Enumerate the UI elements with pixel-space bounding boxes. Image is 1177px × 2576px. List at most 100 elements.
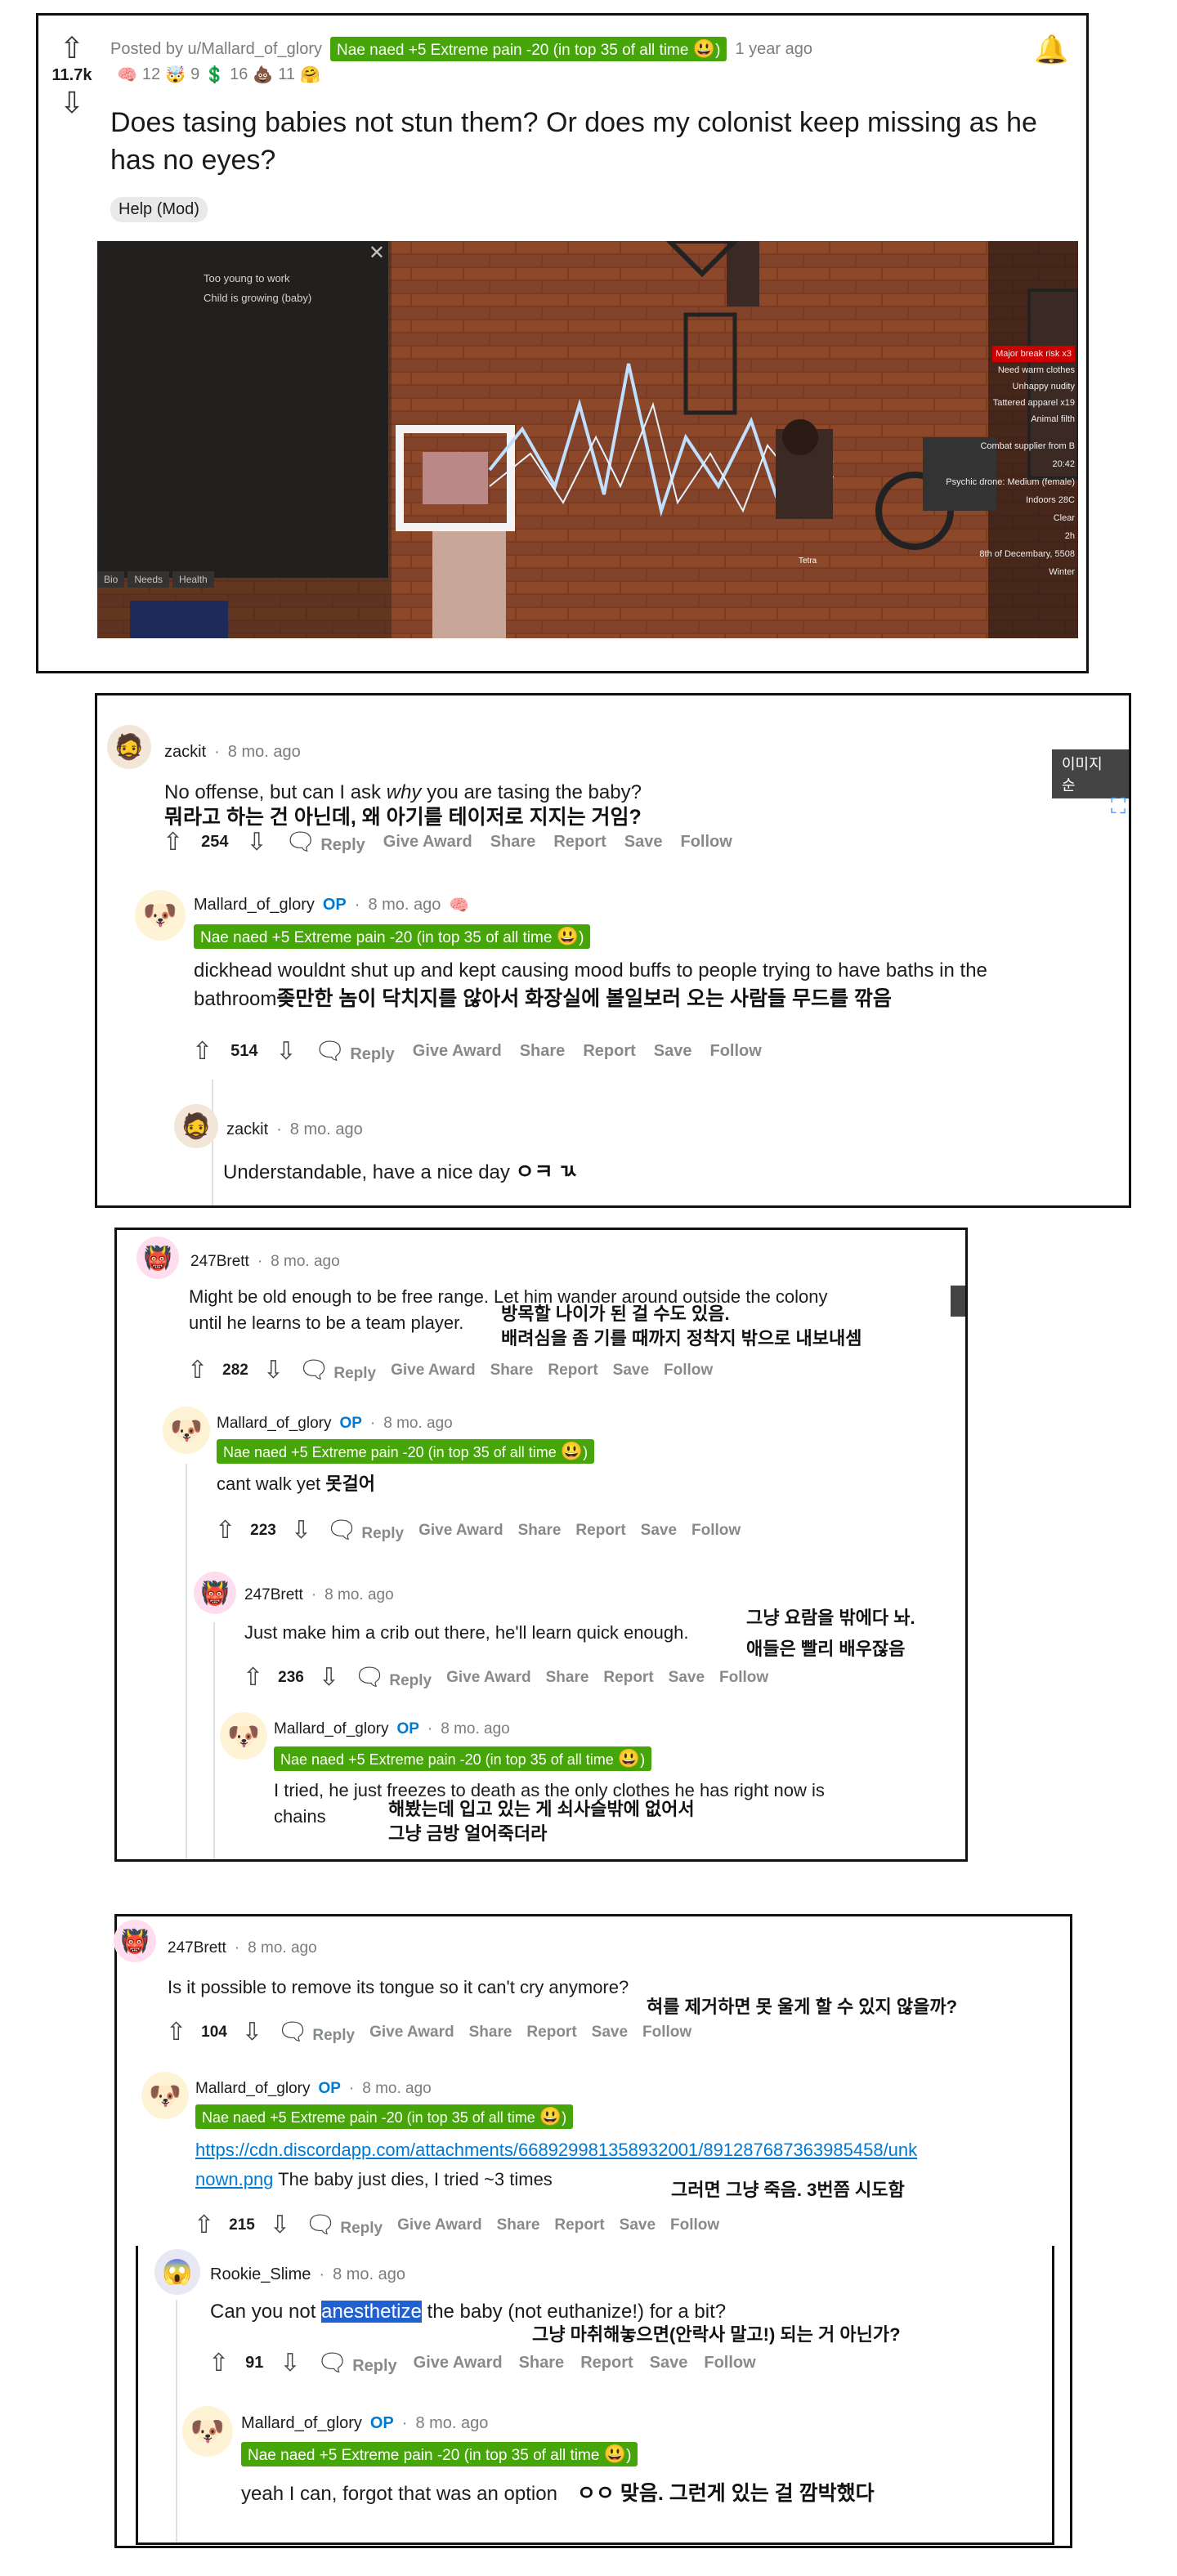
comment-time[interactable]: 8 mo. ago	[415, 2414, 488, 2433]
reply-button[interactable]: 🗨 Reply	[285, 828, 365, 856]
save-button[interactable]: Save	[592, 2024, 628, 2042]
downvote-arrow-icon[interactable]: ⇩	[270, 2211, 290, 2239]
downvote-arrow-icon[interactable]: ⇩	[280, 2349, 300, 2377]
upvote-arrow-icon[interactable]: ⇧	[192, 1037, 213, 1066]
share-button[interactable]: Share	[497, 2216, 540, 2234]
share-button[interactable]: Share	[520, 1042, 566, 1061]
post-image[interactable]: ✕ Too young to work Child is growing (ba…	[97, 241, 1078, 638]
comment-time[interactable]: 8 mo. ago	[324, 1586, 394, 1604]
upvote-arrow-icon[interactable]: ⇧	[194, 2211, 214, 2239]
give-award-button[interactable]: Give Award	[446, 1669, 531, 1687]
give-award-button[interactable]: Give Award	[369, 2024, 454, 2042]
report-button[interactable]: Report	[583, 1042, 635, 1061]
follow-button[interactable]: Follow	[642, 2024, 691, 2042]
reply-button[interactable]: 🗨 Reply	[298, 1356, 376, 1384]
pawn-label[interactable]: Tetra	[799, 557, 817, 566]
upvote-arrow-icon[interactable]: ⇧	[60, 34, 84, 63]
post-title[interactable]: Does tasing babies not stun them? Or doe…	[110, 104, 1058, 179]
award-icon[interactable]: 🤯	[165, 65, 186, 85]
save-button[interactable]: Save	[620, 2216, 656, 2234]
scan-icon[interactable]: ⛶	[1111, 794, 1126, 820]
post-flair-tag[interactable]: Help (Mod)	[110, 197, 208, 222]
give-award-button[interactable]: Give Award	[413, 1042, 502, 1061]
comment-author[interactable]: Mallard_of_glory	[274, 1720, 388, 1738]
reply-button[interactable]: 🗨 Reply	[315, 1037, 395, 1066]
report-button[interactable]: Report	[526, 2024, 576, 2042]
attachment-link[interactable]: nown.png	[195, 2169, 273, 2189]
reply-button[interactable]: 🗨 Reply	[317, 2349, 397, 2377]
comment-author[interactable]: Rookie_Slime	[210, 2265, 311, 2284]
reply-button[interactable]: 🗨 Reply	[277, 2018, 355, 2046]
reply-button[interactable]: 🗨 Reply	[354, 1663, 432, 1692]
save-button[interactable]: Save	[641, 1522, 677, 1540]
comment-author[interactable]: 247Brett	[244, 1586, 303, 1604]
downvote-arrow-icon[interactable]: ⇩	[263, 1356, 284, 1384]
follow-button[interactable]: Follow	[691, 1522, 741, 1540]
avatar[interactable]: 🐶	[163, 1407, 210, 1454]
downvote-arrow-icon[interactable]: ⇩	[60, 88, 84, 118]
avatar[interactable]: 👹	[136, 1237, 179, 1279]
avatar[interactable]: 👹	[114, 1920, 156, 1962]
follow-button[interactable]: Follow	[709, 1042, 761, 1061]
award-icon[interactable]: 💲	[204, 65, 225, 85]
downvote-arrow-icon[interactable]: ⇩	[242, 2018, 262, 2046]
comment-author[interactable]: Mallard_of_glory	[241, 2414, 362, 2433]
selected-text[interactable]: anesthetize	[321, 2301, 422, 2323]
report-button[interactable]: Report	[553, 833, 606, 852]
share-button[interactable]: Share	[518, 1522, 562, 1540]
upvote-arrow-icon[interactable]: ⇧	[187, 1356, 208, 1384]
report-button[interactable]: Report	[603, 1669, 653, 1687]
thread-line[interactable]	[212, 1080, 213, 1205]
comment-author[interactable]: zackit	[164, 743, 206, 762]
give-award-button[interactable]: Give Award	[397, 2216, 482, 2234]
upvote-arrow-icon[interactable]: ⇧	[166, 2018, 186, 2046]
award-icon[interactable]: 🤗	[300, 65, 320, 85]
avatar[interactable]: 🐶	[141, 2072, 189, 2119]
thread-line[interactable]	[213, 1622, 215, 1859]
avatar[interactable]: 🧔	[174, 1104, 218, 1148]
comment-author[interactable]: Mallard_of_glory	[217, 1415, 331, 1433]
thread-line[interactable]	[186, 1464, 187, 1859]
award-icon[interactable]: 🧠	[117, 65, 137, 85]
save-button[interactable]: Save	[650, 2354, 688, 2373]
save-button[interactable]: Save	[624, 833, 663, 852]
follow-button[interactable]: Follow	[670, 2216, 719, 2234]
upvote-arrow-icon[interactable]: ⇧	[163, 828, 183, 856]
follow-button[interactable]: Follow	[680, 833, 732, 852]
comment-time[interactable]: 8 mo. ago	[271, 1253, 340, 1271]
avatar[interactable]: 🐶	[182, 2406, 233, 2457]
share-button[interactable]: Share	[490, 833, 536, 852]
save-button[interactable]: Save	[613, 1362, 649, 1380]
share-button[interactable]: Share	[546, 1669, 589, 1687]
comment-time[interactable]: 8 mo. ago	[362, 2080, 432, 2098]
comment-author[interactable]: 247Brett	[190, 1253, 249, 1271]
comment-author[interactable]: zackit	[226, 1120, 268, 1139]
upvote-arrow-icon[interactable]: ⇧	[215, 1516, 235, 1545]
reply-button[interactable]: 🗨 Reply	[305, 2211, 383, 2239]
award-icon[interactable]: 🧠	[449, 895, 469, 915]
share-button[interactable]: Share	[519, 2354, 565, 2373]
tab-needs[interactable]: Needs	[128, 571, 170, 588]
follow-button[interactable]: Follow	[664, 1362, 713, 1380]
share-button[interactable]: Share	[490, 1362, 534, 1380]
give-award-button[interactable]: Give Award	[418, 1522, 503, 1540]
thread-line[interactable]	[176, 2300, 177, 2542]
bell-icon[interactable]: 🔔	[1034, 34, 1068, 66]
reply-button[interactable]: 🗨 Reply	[326, 1516, 404, 1545]
side-tab[interactable]	[951, 1286, 965, 1317]
downvote-arrow-icon[interactable]: ⇩	[276, 1037, 297, 1066]
give-award-button[interactable]: Give Award	[391, 1362, 476, 1380]
award-icon[interactable]: 💩	[253, 65, 273, 85]
give-award-button[interactable]: Give Award	[414, 2354, 503, 2373]
downvote-arrow-icon[interactable]: ⇩	[247, 828, 267, 856]
upvote-arrow-icon[interactable]: ⇧	[243, 1663, 263, 1692]
comment-author[interactable]: 247Brett	[168, 1939, 226, 1957]
comment-time[interactable]: 8 mo. ago	[333, 2265, 405, 2284]
follow-button[interactable]: Follow	[704, 2354, 755, 2373]
comment-author[interactable]: Mallard_of_glory	[195, 2080, 310, 2098]
comment-time[interactable]: 8 mo. ago	[441, 1720, 510, 1738]
save-button[interactable]: Save	[654, 1042, 692, 1061]
avatar[interactable]: 🧔	[107, 725, 151, 769]
upvote-arrow-icon[interactable]: ⇧	[208, 2349, 229, 2377]
comment-time[interactable]: 8 mo. ago	[383, 1415, 453, 1433]
